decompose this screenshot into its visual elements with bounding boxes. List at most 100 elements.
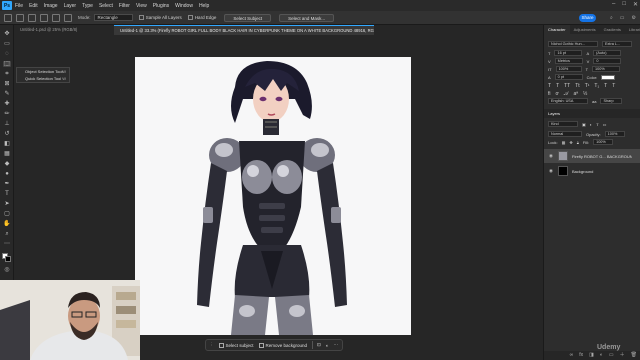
- minimize-icon[interactable]: –: [612, 1, 615, 8]
- filter-type-icon[interactable]: T: [596, 122, 598, 127]
- blend-mode-select[interactable]: Normal: [548, 131, 582, 137]
- transform-icon[interactable]: ⊡: [317, 342, 321, 348]
- underline-icon[interactable]: T: [604, 83, 607, 89]
- menu-plugins[interactable]: Plugins: [153, 3, 169, 9]
- hard-edge-checkbox[interactable]: [187, 15, 193, 20]
- subtract-selection-icon[interactable]: [52, 13, 60, 22]
- more-options-icon[interactable]: ⋯: [334, 342, 339, 348]
- tab-gradients[interactable]: Gradients: [600, 25, 625, 34]
- antialias-select[interactable]: Sharp: [600, 98, 623, 104]
- visibility-eye-icon[interactable]: ◉: [547, 153, 555, 159]
- rectangle-tool-icon[interactable]: ▢: [3, 211, 11, 217]
- menu-window[interactable]: Window: [175, 3, 193, 9]
- eraser-tool-icon[interactable]: ◧: [3, 141, 11, 147]
- share-button[interactable]: Share: [579, 14, 596, 22]
- font-size-field[interactable]: 16 pt: [554, 50, 583, 56]
- quick-mask-icon[interactable]: ◎: [3, 267, 11, 273]
- maximize-icon[interactable]: □: [622, 1, 626, 8]
- type-tool-icon[interactable]: T: [3, 191, 11, 197]
- clone-stamp-icon[interactable]: ⊥: [3, 121, 11, 127]
- tracking-field[interactable]: 0: [593, 58, 622, 64]
- background-color-swatch[interactable]: [5, 256, 11, 262]
- hand-tool-icon[interactable]: ✋: [3, 221, 11, 227]
- add-mask-icon[interactable]: ◨: [589, 351, 594, 360]
- menu-file[interactable]: File: [15, 3, 23, 9]
- blur-tool-icon[interactable]: ◆: [3, 161, 11, 167]
- kerning-field[interactable]: Metrics: [554, 58, 583, 64]
- layer-row-background[interactable]: ◉ Background: [544, 164, 640, 178]
- opacity-field[interactable]: 100%: [604, 131, 625, 137]
- brush-tool-icon[interactable]: ✏: [3, 111, 11, 117]
- font-style-select[interactable]: Extra L...: [602, 41, 632, 47]
- ordinals-icon[interactable]: aª: [574, 91, 579, 97]
- visibility-eye-icon[interactable]: ◉: [547, 168, 555, 174]
- superscript-icon[interactable]: T¹: [585, 83, 590, 89]
- leading-field[interactable]: (Auto): [593, 50, 622, 56]
- menu-layer[interactable]: Layer: [64, 3, 77, 9]
- menu-view[interactable]: View: [136, 3, 147, 9]
- menu-image[interactable]: Image: [44, 3, 58, 9]
- document-canvas[interactable]: [135, 57, 411, 335]
- dodge-tool-icon[interactable]: ●: [3, 171, 11, 177]
- healing-brush-icon[interactable]: ✚: [3, 101, 11, 107]
- remove-background-action[interactable]: Remove background: [258, 342, 307, 348]
- select-subject-button[interactable]: Select Subject: [224, 13, 272, 22]
- select-subject-action[interactable]: Select subject: [218, 342, 254, 348]
- lasso-tool-icon[interactable]: ◌: [3, 51, 11, 57]
- tab-active-document[interactable]: Untitled-1 @ 33.3% (Firefly ROBOT GIRL F…: [114, 25, 374, 35]
- tab-untitled[interactable]: Untitled-1.psd @ 25% (RGB/8): [14, 25, 114, 35]
- menu-filter[interactable]: Filter: [119, 3, 130, 9]
- link-layers-icon[interactable]: ∞: [570, 351, 574, 360]
- mask-icon[interactable]: ◐: [326, 343, 329, 348]
- object-selection-tool-icon[interactable]: ⬚: [3, 61, 11, 67]
- more-tools-icon[interactable]: ⋯: [3, 241, 11, 247]
- menu-select[interactable]: Select: [99, 3, 113, 9]
- fractions-icon[interactable]: ½: [583, 91, 587, 97]
- delete-layer-icon[interactable]: 🗑︎: [631, 351, 637, 360]
- filter-pixel-icon[interactable]: ▣: [582, 122, 586, 127]
- home-icon[interactable]: [4, 13, 12, 22]
- all-caps-icon[interactable]: TT: [564, 83, 570, 89]
- tool-preset-icon[interactable]: [16, 13, 24, 22]
- history-brush-icon[interactable]: ↺: [3, 131, 11, 137]
- faux-bold-icon[interactable]: T: [548, 83, 551, 89]
- workspace-icon[interactable]: ▭: [620, 15, 625, 21]
- tab-character[interactable]: Character: [544, 25, 570, 34]
- fx-icon[interactable]: fx: [579, 351, 583, 360]
- baseline-field[interactable]: 0 pt: [554, 74, 583, 80]
- eyedropper-tool-icon[interactable]: ✎: [3, 91, 11, 97]
- filter-shape-icon[interactable]: ▭: [603, 122, 607, 127]
- menu-help[interactable]: Help: [199, 3, 209, 9]
- fill-field[interactable]: 100%: [593, 139, 614, 145]
- font-family-select[interactable]: Nichol Gothic Hun...: [548, 41, 598, 47]
- intersect-selection-icon[interactable]: [64, 13, 72, 22]
- close-icon[interactable]: ✕: [633, 1, 638, 8]
- filter-adjust-icon[interactable]: ◐: [590, 122, 592, 127]
- swash-icon[interactable]: 𝒜: [564, 91, 569, 97]
- add-selection-icon[interactable]: [40, 13, 48, 22]
- zoom-tool-icon[interactable]: ⌕: [3, 231, 11, 237]
- lock-pixels-icon[interactable]: ▦: [562, 140, 566, 145]
- select-and-mask-button[interactable]: Select and Mask...: [279, 13, 335, 22]
- new-layer-icon[interactable]: ＋: [620, 351, 625, 360]
- layer-filter-select[interactable]: Kind: [548, 121, 578, 127]
- new-group-icon[interactable]: ▭: [609, 351, 614, 360]
- gradient-tool-icon[interactable]: ▦: [3, 151, 11, 157]
- lock-all-icon[interactable]: 🔒︎: [577, 140, 579, 145]
- strikethrough-icon[interactable]: T: [612, 83, 615, 89]
- tab-adjustments[interactable]: Adjustments: [570, 25, 600, 34]
- mode-select[interactable]: Rectangle: [93, 14, 133, 21]
- horizontal-scale-field[interactable]: 100%: [592, 66, 621, 72]
- move-tool-icon[interactable]: ✥: [3, 31, 11, 37]
- layer-row-firefly[interactable]: ◉ Firefly ROBOT G... BACKGROUND 48916: [544, 149, 640, 163]
- flyout-quick-selection[interactable]: Quick Selection Tool W: [17, 75, 69, 82]
- menu-type[interactable]: Type: [82, 3, 93, 9]
- text-color-swatch[interactable]: [601, 74, 616, 80]
- search-icon[interactable]: ⌕: [610, 15, 613, 21]
- layers-panel-title[interactable]: Layers: [544, 111, 560, 116]
- drag-handle-icon[interactable]: ⋮: [209, 342, 214, 348]
- tab-libraries[interactable]: Libraries: [625, 25, 640, 34]
- old-style-icon[interactable]: ơ: [556, 91, 559, 97]
- pen-tool-icon[interactable]: ✒: [3, 181, 11, 187]
- path-selection-icon[interactable]: ➤: [3, 201, 11, 207]
